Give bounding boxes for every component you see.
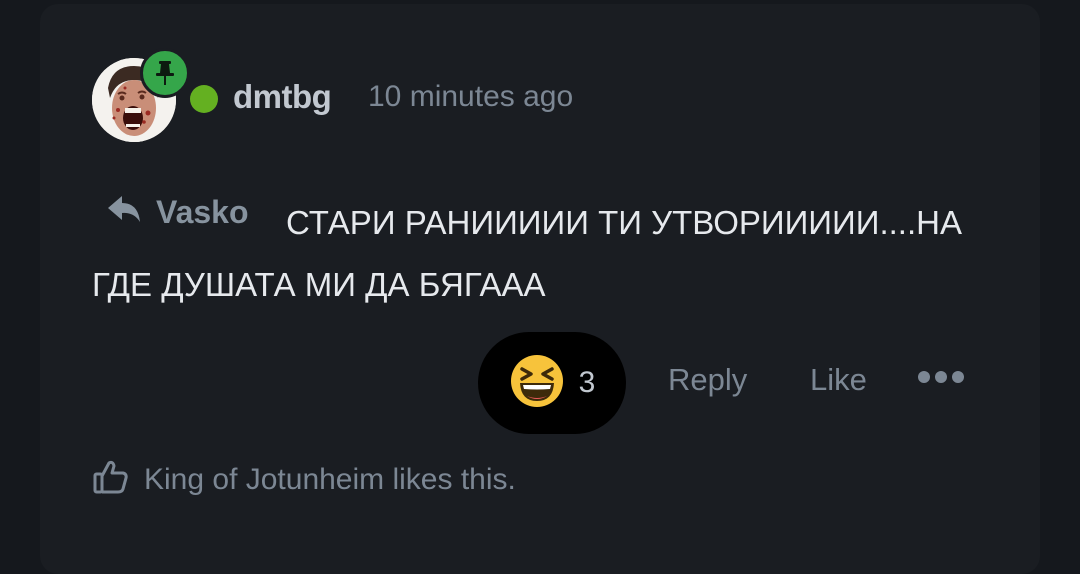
- timestamp[interactable]: 10 minutes ago: [368, 80, 573, 114]
- reaction-count: 3: [578, 366, 596, 399]
- reply-to-username[interactable]: Vasko: [156, 194, 249, 231]
- more-options-icon[interactable]: [918, 366, 964, 388]
- likes-text: King of Jotunheim likes this.: [144, 462, 516, 496]
- reply-button[interactable]: Reply: [668, 362, 747, 398]
- likes-summary[interactable]: King of Jotunheim likes this.: [92, 458, 516, 501]
- username[interactable]: dmtbg: [233, 78, 332, 116]
- like-button[interactable]: Like: [810, 362, 867, 398]
- thumbs-up-icon: [92, 458, 130, 501]
- online-status-icon: [190, 85, 218, 113]
- laughing-face-icon: [509, 353, 565, 414]
- reply-to-mention[interactable]: Vasko: [104, 194, 249, 231]
- pin-icon: [140, 48, 190, 98]
- reply-arrow-icon: [104, 194, 144, 231]
- reaction-button[interactable]: 3: [478, 332, 626, 434]
